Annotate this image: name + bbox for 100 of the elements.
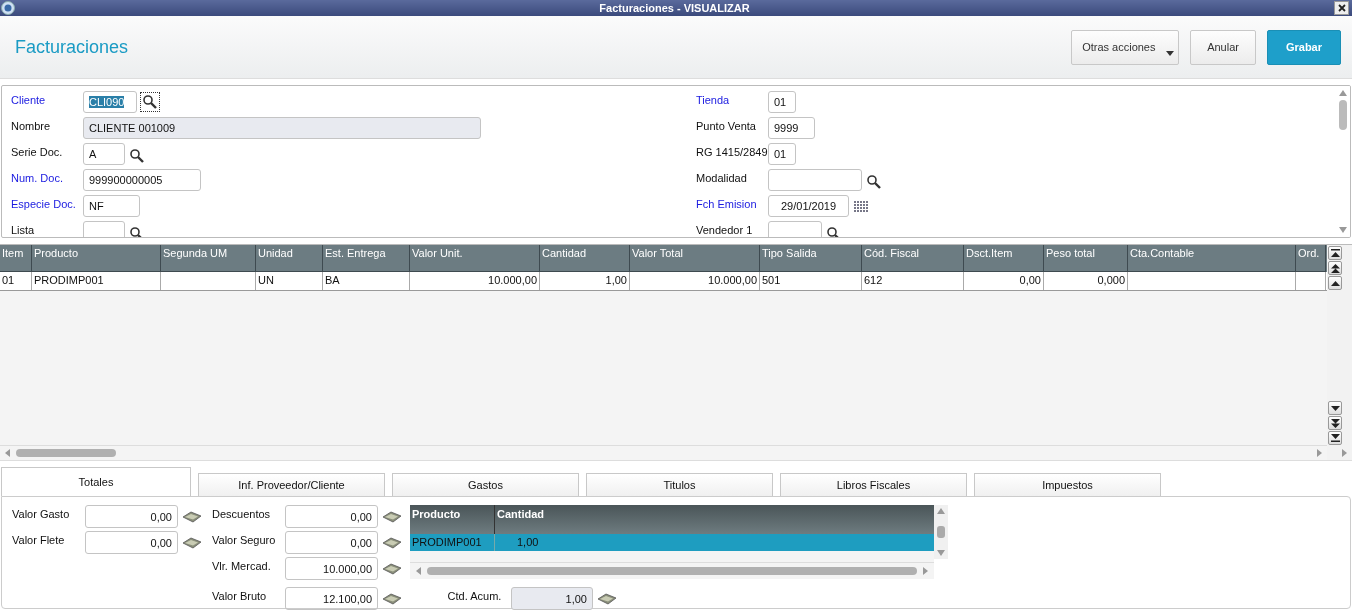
vertical-scrollbar[interactable] xyxy=(934,505,948,559)
scroll-right-icon[interactable] xyxy=(923,567,928,575)
input-field[interactable]: 01 xyxy=(768,91,796,113)
scroll-right-icon[interactable] xyxy=(1317,449,1322,457)
close-icon xyxy=(1337,4,1346,12)
field-label: Nombre xyxy=(11,119,52,132)
tab[interactable]: Inf. Proveedor/Cliente xyxy=(198,473,385,496)
input-field[interactable] xyxy=(768,221,822,237)
scroll-thumb[interactable] xyxy=(427,567,917,575)
money-icon[interactable] xyxy=(382,562,402,576)
scroll-up-icon[interactable] xyxy=(1339,90,1347,96)
grid-row[interactable]: PRODIMP001 1,00 xyxy=(410,534,934,551)
money-icon[interactable] xyxy=(382,536,402,550)
table-cell: UN xyxy=(256,272,323,290)
column-header[interactable]: Valor Total xyxy=(630,245,760,272)
money-icon[interactable] xyxy=(382,510,402,524)
input-field[interactable]: NF xyxy=(83,195,140,217)
input-field[interactable] xyxy=(83,221,125,237)
field-label: Lista xyxy=(11,223,36,236)
column-header[interactable]: Cantidad xyxy=(495,505,934,534)
scroll-down-icon[interactable] xyxy=(1339,227,1347,233)
field-label: Num. Doc. xyxy=(11,171,64,184)
last-row-button[interactable] xyxy=(1328,431,1342,445)
column-header[interactable]: Cantidad xyxy=(540,245,630,272)
scroll-thumb[interactable] xyxy=(16,449,116,457)
page-title: Facturaciones xyxy=(15,36,130,58)
tab[interactable]: Titulos xyxy=(586,473,773,496)
double-arrow-up-icon xyxy=(1330,263,1340,273)
scroll-right-icon[interactable] xyxy=(1342,449,1347,457)
table-cell: 10.000,00 xyxy=(410,272,540,290)
row-down-button[interactable] xyxy=(1328,401,1342,415)
input-field[interactable]: 01 xyxy=(768,143,796,165)
money-icon[interactable] xyxy=(182,536,202,550)
close-button[interactable] xyxy=(1334,1,1349,15)
input-field[interactable]: 1,00 xyxy=(511,587,593,610)
column-header[interactable]: Tipo Salida xyxy=(760,245,862,272)
search-icon[interactable] xyxy=(866,174,882,190)
first-row-button[interactable] xyxy=(1328,246,1342,260)
input-field[interactable]: 0,00 xyxy=(85,531,178,554)
action-button[interactable]: Anular xyxy=(1190,29,1256,65)
table-cell: 10.000,00 xyxy=(630,272,760,290)
input-field[interactable]: 0,00 xyxy=(285,505,378,528)
tab[interactable]: Totales xyxy=(1,467,191,496)
scroll-thumb[interactable] xyxy=(1339,100,1347,130)
input-field[interactable] xyxy=(768,169,862,191)
input-field[interactable]: 9999 xyxy=(768,117,815,139)
field-label: Punto Venta xyxy=(696,119,757,132)
scroll-left-icon[interactable] xyxy=(5,449,10,457)
field-label: Vendedor 1 xyxy=(696,223,754,236)
input-field[interactable]: 999900000005 xyxy=(83,169,201,191)
table-cell: BA xyxy=(323,272,410,290)
table-cell: PRODIMP001 xyxy=(32,272,161,290)
input-field[interactable]: 29/01/2019 xyxy=(768,195,849,217)
field-label: Valor Gasto xyxy=(12,507,71,520)
column-header[interactable]: Peso total xyxy=(1044,245,1128,272)
scroll-left-icon[interactable] xyxy=(416,567,421,575)
column-header[interactable]: Item xyxy=(0,245,32,272)
column-header[interactable]: Segunda UM xyxy=(161,245,256,272)
column-header[interactable]: Cód. Fiscal xyxy=(862,245,964,272)
column-header[interactable]: Ord. xyxy=(1296,245,1326,272)
column-header[interactable]: Est. Entrega xyxy=(323,245,410,272)
table-cell: 1,00 xyxy=(540,272,630,290)
caret-icon xyxy=(1166,50,1175,56)
input-field[interactable]: 0,00 xyxy=(285,531,378,554)
column-header[interactable]: Cta.Contable xyxy=(1128,245,1296,272)
field-label: Descuentos xyxy=(212,507,272,520)
column-header[interactable]: Dsct.Item xyxy=(964,245,1044,272)
window-title: Facturaciones - VISUALIZAR xyxy=(598,2,751,14)
page-up-button[interactable] xyxy=(1328,261,1342,275)
column-header[interactable]: Valor Unit. xyxy=(410,245,540,272)
table-cell: 01 xyxy=(0,272,32,290)
input-field[interactable]: CLIENTE 001009 xyxy=(83,117,481,139)
tab[interactable]: Impuestos xyxy=(974,473,1161,496)
search-icon[interactable] xyxy=(129,148,145,164)
field-label: Serie Doc. xyxy=(11,145,64,158)
input-field[interactable]: 12.100,00 xyxy=(285,587,378,610)
search-icon[interactable] xyxy=(141,93,159,111)
horizontal-scrollbar[interactable] xyxy=(0,445,1327,460)
page-down-button[interactable] xyxy=(1328,416,1342,430)
vertical-scrollbar[interactable] xyxy=(1336,86,1350,237)
column-header[interactable]: Producto xyxy=(32,245,161,272)
input-field[interactable]: CLI090 xyxy=(83,91,137,113)
input-field[interactable]: 10.000,00 xyxy=(285,557,378,580)
money-icon[interactable] xyxy=(382,592,402,606)
row-up-button[interactable] xyxy=(1328,276,1342,290)
input-field[interactable]: A xyxy=(83,143,125,165)
input-field[interactable]: 0,00 xyxy=(85,505,178,528)
field-label: Valor Bruto xyxy=(212,589,268,602)
tab[interactable]: Libros Fiscales xyxy=(780,473,967,496)
field-label: Vlr. Mercad. xyxy=(212,559,272,572)
money-icon[interactable] xyxy=(597,592,617,606)
scroll-down-icon[interactable] xyxy=(937,550,945,556)
calendar-icon[interactable] xyxy=(853,200,869,214)
tab[interactable]: Gastos xyxy=(392,473,579,496)
arrow-up-bar-icon xyxy=(1330,249,1340,257)
scroll-thumb[interactable] xyxy=(937,526,945,538)
action-button[interactable]: Otras acciones xyxy=(1071,29,1180,65)
money-icon[interactable] xyxy=(182,510,202,524)
scroll-up-icon[interactable] xyxy=(937,508,945,514)
column-header[interactable]: Unidad xyxy=(256,245,323,272)
